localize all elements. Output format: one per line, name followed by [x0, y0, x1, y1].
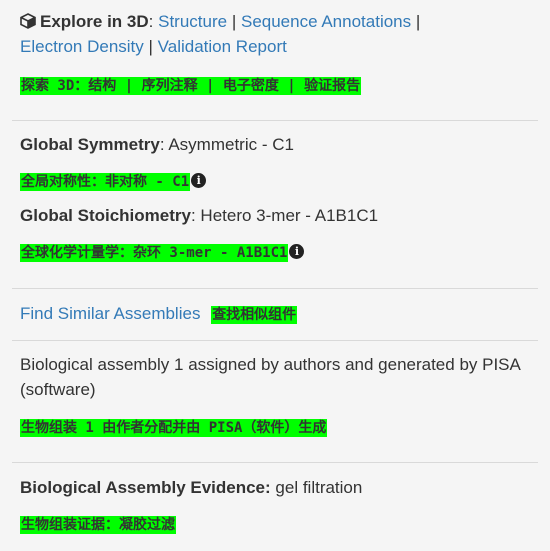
- explore-3d-label: Explore in 3D: [40, 12, 149, 31]
- explore-colon: :: [148, 12, 154, 31]
- global-stoichiometry-label: Global Stoichiometry: [20, 206, 191, 225]
- structure-link[interactable]: Structure: [158, 12, 227, 31]
- find-similar-assemblies-link[interactable]: Find Similar Assemblies: [20, 304, 200, 323]
- global-symmetry-translation: 全局对称性：非对称 - C1: [20, 173, 191, 191]
- divider: [12, 340, 538, 341]
- assembly-description-text: Biological assembly 1 assigned by author…: [20, 355, 521, 374]
- divider: [12, 462, 538, 463]
- separator: |: [148, 37, 153, 56]
- global-stoichiometry-value: : Hetero 3-mer - A1B1C1: [190, 206, 379, 225]
- explore-3d-row: Explore in 3D: Structure | Sequence Anno…: [20, 12, 420, 32]
- global-stoichiometry-translation-row: 全球化学计量学：杂环 3-mer - A1B1C1 i: [20, 242, 305, 262]
- info-icon[interactable]: i: [289, 244, 305, 259]
- electron-density-link[interactable]: Electron Density: [20, 37, 144, 56]
- assembly-evidence-translation: 生物组装证据：凝胶过滤: [20, 516, 176, 534]
- explore-3d-row-2: Electron Density | Validation Report: [20, 37, 287, 57]
- assembly-description-line-1: Biological assembly 1 assigned by author…: [20, 355, 521, 375]
- cube-icon: [20, 13, 36, 29]
- assembly-translation: 生物组装 1 由作者分配并由 PISA（软件）生成: [20, 419, 328, 437]
- global-symmetry-label: Global Symmetry: [20, 135, 160, 154]
- global-symmetry-translation-row: 全局对称性：非对称 - C1 i: [20, 171, 207, 191]
- assembly-description-line-2: (software): [20, 380, 96, 400]
- assembly-evidence-value: gel filtration: [270, 478, 363, 497]
- find-similar-row: Find Similar Assemblies 查找相似组件: [20, 304, 298, 324]
- separator: |: [231, 12, 237, 31]
- assembly-description-text-2: (software): [20, 380, 96, 399]
- assembly-evidence-row: Biological Assembly Evidence: gel filtra…: [20, 478, 362, 498]
- global-symmetry-value: : Asymmetric - C1: [159, 135, 294, 154]
- divider: [12, 288, 538, 289]
- assembly-evidence-translation-row: 生物组装证据：凝胶过滤: [20, 514, 176, 534]
- global-stoichiometry-translation: 全球化学计量学：杂环 3-mer - A1B1C1: [20, 244, 289, 262]
- info-icon[interactable]: i: [191, 173, 207, 188]
- assembly-evidence-label: Biological Assembly Evidence:: [20, 478, 271, 497]
- find-similar-translation: 查找相似组件: [211, 306, 298, 324]
- separator: |: [415, 12, 421, 31]
- divider: [12, 120, 538, 121]
- validation-report-link[interactable]: Validation Report: [158, 37, 287, 56]
- assembly-translation-row: 生物组装 1 由作者分配并由 PISA（软件）生成: [20, 417, 328, 437]
- explore-translation-row: 探索 3D：结构 | 序列注释 | 电子密度 | 验证报告: [20, 75, 362, 95]
- global-stoichiometry-row: Global Stoichiometry: Hetero 3-mer - A1B…: [20, 206, 378, 226]
- assembly-info-panel: Explore in 3D: Structure | Sequence Anno…: [0, 0, 550, 551]
- explore-translation: 探索 3D：结构 | 序列注释 | 电子密度 | 验证报告: [20, 77, 362, 95]
- global-symmetry-row: Global Symmetry: Asymmetric - C1: [20, 135, 294, 155]
- sequence-annotations-link[interactable]: Sequence Annotations: [241, 12, 411, 31]
